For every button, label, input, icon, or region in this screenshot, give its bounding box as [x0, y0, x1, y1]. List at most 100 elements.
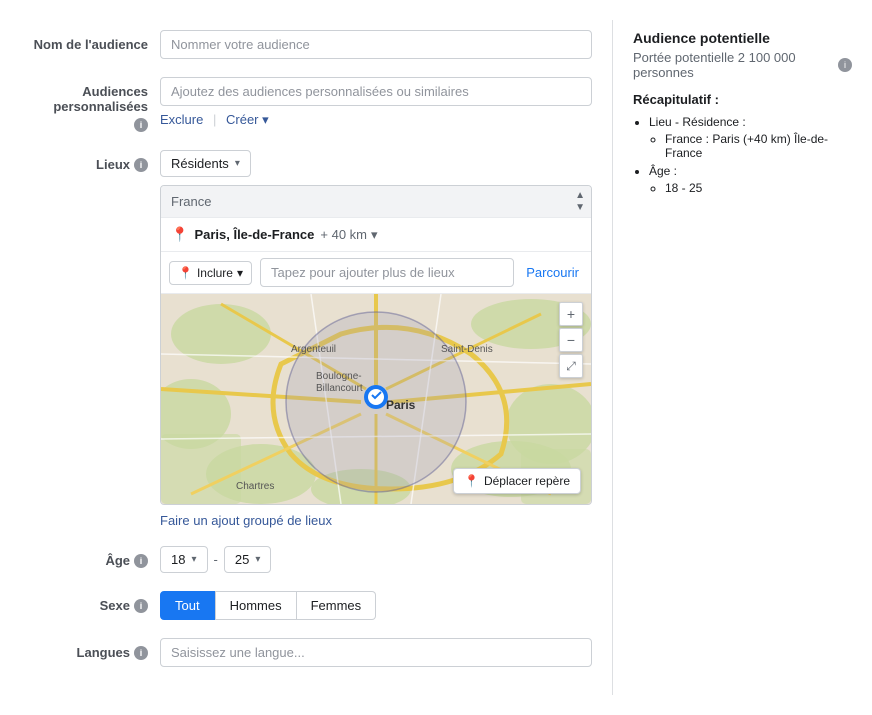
audience-name-label-text: Nom de l'audience — [34, 37, 148, 52]
create-caret-icon: ▾ — [262, 112, 269, 127]
lieux-label-text: Lieux — [96, 157, 130, 172]
age-to-value: 25 — [235, 552, 249, 567]
parcourir-button[interactable]: Parcourir — [522, 261, 583, 284]
divider-pipe: | — [213, 112, 216, 127]
recap-lieu-label: Lieu - Résidence : — [649, 115, 746, 129]
age-label: Âge i — [20, 546, 160, 568]
right-panel: Audience potentielle Portée potentielle … — [612, 20, 872, 695]
location-radius[interactable]: + 40 km ▾ — [320, 227, 377, 243]
custom-audiences-input[interactable] — [160, 77, 592, 106]
languages-label: Langues i — [20, 638, 160, 660]
recap-age-label: Âge : — [649, 164, 677, 178]
radius-caret-icon: ▾ — [371, 227, 378, 243]
location-radius-text: + 40 km — [320, 227, 367, 242]
audience-potential-title: Audience potentielle — [633, 30, 852, 46]
create-label-text: Créer — [226, 112, 259, 127]
svg-text:Argenteuil: Argenteuil — [291, 344, 336, 355]
audience-reach-text: Portée potentielle 2 100 000 personnes — [633, 50, 834, 80]
svg-text:Saint-Denis: Saint-Denis — [441, 344, 493, 355]
svg-text:Chartres: Chartres — [236, 481, 274, 492]
residents-label: Résidents — [171, 156, 229, 171]
gender-men-button[interactable]: Hommes — [215, 591, 297, 620]
lieux-row: Lieux i Résidents ▾ France — [20, 150, 592, 528]
age-separator: - — [214, 552, 218, 567]
lieux-control: Résidents ▾ France ▲ ▼ — [160, 150, 592, 528]
gender-women-button[interactable]: Femmes — [297, 591, 377, 620]
exclude-link[interactable]: Exclure — [160, 112, 203, 127]
deplacer-label-text: Déplacer repère — [484, 474, 570, 488]
bulk-add-link: Faire un ajout groupé de lieux — [160, 513, 592, 528]
custom-audiences-row: Audiences personnalisées i Exclure | Cré… — [20, 77, 592, 132]
gender-all-button[interactable]: Tout — [160, 591, 215, 620]
age-from-value: 18 — [171, 552, 185, 567]
location-box: France ▲ ▼ 📍 Paris, Île-de-France + 40 k… — [160, 185, 592, 505]
audience-name-row: Nom de l'audience — [20, 30, 592, 59]
location-search-input[interactable] — [260, 258, 514, 287]
gender-buttons: Tout Hommes Femmes — [160, 591, 592, 620]
scroll-down-icon[interactable]: ▼ — [575, 203, 585, 213]
include-label-text: Inclure — [197, 266, 233, 280]
age-control: 18 ▾ - 25 ▾ — [160, 546, 592, 573]
custom-audiences-label-block: Audiences personnalisées i — [20, 84, 148, 132]
gender-row: Sexe i Tout Hommes Femmes — [20, 591, 592, 620]
age-info-icon[interactable]: i — [134, 554, 148, 568]
custom-audiences-label-text: Audiences personnalisées — [20, 84, 148, 114]
custom-audiences-info-icon[interactable]: i — [134, 118, 148, 132]
gender-label-text: Sexe — [100, 598, 130, 613]
map-expand-button[interactable]: ⤢ — [559, 354, 583, 378]
include-row: 📍 Inclure ▾ Parcourir — [161, 252, 591, 294]
location-country: France — [161, 186, 591, 217]
location-country-text: France — [171, 194, 211, 209]
audience-reach: Portée potentielle 2 100 000 personnes i — [633, 50, 852, 80]
languages-label-text: Langues — [77, 645, 130, 660]
age-from-caret-icon: ▾ — [191, 554, 196, 565]
include-caret-icon: ▾ — [237, 266, 243, 280]
deplacer-pin-icon: 📍 — [464, 474, 479, 488]
languages-info-icon[interactable]: i — [134, 646, 148, 660]
age-to-dropdown[interactable]: 25 ▾ — [224, 546, 272, 573]
map-container[interactable]: Boulogne- Billancourt Argenteuil Saint-D… — [161, 294, 591, 504]
audience-name-control — [160, 30, 592, 59]
location-item-paris: 📍 Paris, Île-de-France + 40 km ▾ — [161, 218, 591, 252]
recap-lieu-item: Lieu - Résidence : France : Paris (+40 k… — [649, 115, 852, 160]
location-pin-icon: 📍 — [171, 226, 188, 243]
include-pin-icon: 📍 — [178, 266, 193, 280]
languages-input[interactable] — [160, 638, 592, 667]
languages-control — [160, 638, 592, 667]
age-to-caret-icon: ▾ — [255, 554, 260, 565]
lieux-info-icon[interactable]: i — [134, 158, 148, 172]
recap-title: Récapitulatif : — [633, 92, 852, 107]
location-city-name: Paris, Île-de-France — [194, 227, 314, 242]
custom-audiences-control: Exclure | Créer ▾ — [160, 77, 592, 128]
include-dropdown[interactable]: 📍 Inclure ▾ — [169, 261, 252, 285]
gender-control: Tout Hommes Femmes — [160, 591, 592, 620]
age-label-text: Âge — [105, 553, 130, 568]
svg-text:Paris: Paris — [386, 398, 416, 412]
svg-text:Boulogne-: Boulogne- — [316, 371, 362, 382]
recap-lieu-sublist: France : Paris (+40 km) Île-de-France — [649, 132, 852, 160]
lieux-label: Lieux i — [20, 150, 160, 172]
recap-age-sublist: 18 - 25 — [649, 181, 852, 195]
recap-age-item: Âge : 18 - 25 — [649, 164, 852, 195]
deplacer-repere-button[interactable]: 📍 Déplacer repère — [453, 468, 581, 494]
bulk-add-anchor[interactable]: Faire un ajout groupé de lieux — [160, 513, 332, 528]
age-row: Âge i 18 ▾ - 25 ▾ — [20, 546, 592, 573]
gender-label: Sexe i — [20, 591, 160, 613]
create-link[interactable]: Créer ▾ — [226, 112, 269, 127]
reach-info-icon[interactable]: i — [838, 58, 852, 72]
recap-age-value: 18 - 25 — [665, 181, 852, 195]
residents-dropdown[interactable]: Résidents ▾ — [160, 150, 251, 177]
map-controls: + − ⤢ — [559, 302, 583, 378]
scroll-up-icon[interactable]: ▲ — [575, 191, 585, 201]
age-selectors: 18 ▾ - 25 ▾ — [160, 546, 592, 573]
svg-text:Billancourt: Billancourt — [316, 383, 363, 394]
recap-lieu-value: France : Paris (+40 km) Île-de-France — [665, 132, 852, 160]
map-zoom-in-button[interactable]: + — [559, 302, 583, 326]
gender-info-icon[interactable]: i — [134, 599, 148, 613]
age-from-dropdown[interactable]: 18 ▾ — [160, 546, 208, 573]
exclude-create-links: Exclure | Créer ▾ — [160, 112, 592, 128]
map-zoom-out-button[interactable]: − — [559, 328, 583, 352]
languages-row: Langues i — [20, 638, 592, 667]
residents-caret-icon: ▾ — [235, 158, 240, 169]
audience-name-input[interactable] — [160, 30, 592, 59]
